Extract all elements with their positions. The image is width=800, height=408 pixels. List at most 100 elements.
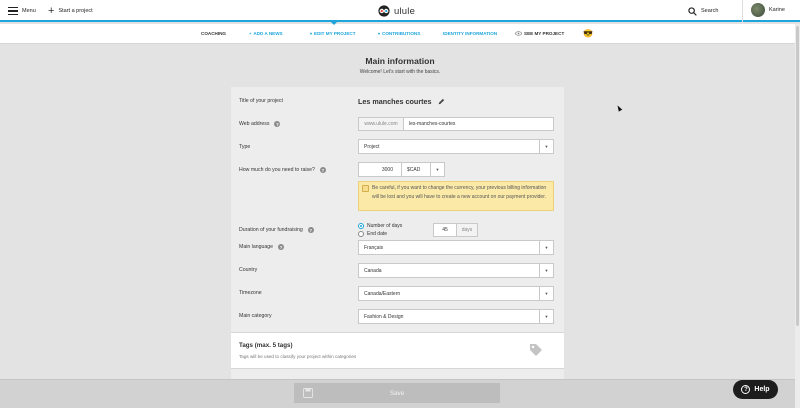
tab-add-news[interactable]: + ADD A NEWS — [249, 31, 283, 36]
topbar-divider — [742, 0, 743, 22]
chevron-down-icon: ▼ — [539, 241, 553, 254]
tags-subtitle: Tags will be used to classify your proje… — [239, 354, 357, 359]
tab-label: EDIT MY PROJECT — [314, 31, 356, 36]
currency-select-value: $CAD — [407, 166, 421, 173]
country-label-text: Country — [239, 267, 258, 273]
chevron-down-icon: ▼ — [539, 264, 553, 277]
tab-label: IDENTITY INFORMATION — [443, 31, 498, 36]
main-category-label-text: Main category — [239, 313, 272, 319]
scrollbar-thumb[interactable] — [796, 26, 799, 326]
help-icon[interactable]: ? — [274, 121, 281, 127]
help-icon[interactable]: ? — [319, 167, 326, 173]
emoji-icon[interactable]: 😎 — [583, 29, 593, 38]
chevron-down-icon: ▼ — [539, 310, 553, 323]
search-label: Search — [701, 8, 719, 14]
currency-warning: Be careful, if you want to change the cu… — [358, 181, 554, 211]
web-address-label: Web address ? — [239, 121, 281, 127]
start-project-button[interactable]: + Start a project — [48, 5, 93, 17]
raise-label: How much do you need to raise? ? — [239, 167, 326, 173]
days-unit: days — [456, 223, 478, 237]
page-subtitle: Welcome! Let's start with the basics. — [359, 69, 441, 75]
type-select-value: Project — [364, 143, 380, 150]
amount-input[interactable]: 3000 — [358, 162, 402, 177]
warning-text: Be careful, if you want to change the cu… — [372, 185, 547, 200]
country-label: Country — [239, 267, 257, 273]
help-icon[interactable]: ? — [307, 227, 314, 233]
radio-label: Number of days — [367, 223, 403, 229]
ulule-logo-icon — [378, 5, 390, 17]
timezone-value: Canada/Eastern — [364, 290, 401, 297]
warning-icon — [362, 185, 369, 192]
search-button[interactable]: Search — [688, 5, 718, 17]
search-icon — [688, 6, 697, 16]
tab-coaching[interactable]: COACHING — [201, 31, 226, 36]
menu-button[interactable]: Menu — [8, 5, 36, 17]
user-name: Karine — [769, 7, 785, 13]
country-value: Canada — [364, 267, 382, 274]
main-category-value: Fashion & Design — [364, 313, 404, 320]
country-select[interactable]: Canada ▼ — [358, 263, 554, 278]
radio-button-selected[interactable] — [358, 223, 364, 229]
page-title: Main information — [365, 56, 435, 66]
chevron-down-icon: ▾ — [378, 31, 381, 36]
tab-label: SEE MY PROJECT — [524, 31, 565, 36]
duration-label: Duration of your fundraising ? — [239, 227, 314, 233]
main-information-form: Title of your project Les manches courte… — [231, 87, 564, 332]
help-icon[interactable]: ? — [278, 244, 285, 250]
main-language-select[interactable]: Français ▼ — [358, 240, 554, 255]
chevron-down-icon: ▾ — [310, 31, 313, 36]
mouse-cursor-icon — [615, 104, 623, 112]
raise-label-text: How much do you need to raise? — [239, 167, 315, 173]
plus-icon: + — [48, 5, 55, 17]
start-project-label: Start a project — [58, 8, 93, 14]
type-label-text: Type — [239, 144, 251, 150]
tab-label: CONTRIBUTIONS — [382, 31, 421, 36]
project-title[interactable]: Les manches courtes — [358, 97, 445, 106]
type-select[interactable]: Project ▼ — [358, 139, 554, 154]
timezone-select[interactable]: Canada/Eastern ▼ — [358, 286, 554, 301]
main-language-label: Main language ? — [239, 244, 285, 250]
radio-end-date[interactable]: End date — [358, 231, 387, 237]
main-category-select[interactable]: Fashion & Design ▼ — [358, 309, 554, 324]
hamburger-icon — [8, 7, 18, 15]
title-label-text: Title of your project — [239, 98, 283, 104]
web-address-input[interactable]: les-manches-courtes — [403, 117, 554, 131]
currency-select[interactable]: $CAD ▼ — [401, 162, 445, 177]
save-button[interactable]: Save — [294, 383, 500, 403]
type-label: Type — [239, 144, 250, 150]
tag-icon — [530, 344, 542, 356]
project-title-text: Les manches courtes — [358, 97, 432, 106]
tab-identity-information[interactable]: IDENTITY INFORMATION — [443, 31, 497, 36]
web-address-label-text: Web address — [239, 121, 270, 127]
tab-contributions[interactable]: ▾ CONTRIBUTIONS — [378, 31, 420, 36]
main-language-value: Français — [364, 244, 384, 251]
question-mark-icon: ? — [741, 385, 751, 394]
user-menu[interactable]: Karine — [751, 3, 785, 17]
help-label: Help — [754, 386, 770, 393]
save-label: Save — [389, 389, 405, 397]
days-input[interactable]: 45 — [433, 223, 457, 237]
chevron-down-icon: ▼ — [430, 163, 444, 176]
pencil-icon[interactable] — [438, 98, 445, 105]
tab-see-project[interactable]: SEE MY PROJECT — [515, 31, 564, 36]
menu-label: Menu — [22, 8, 36, 14]
timezone-label-text: Timezone — [239, 290, 262, 296]
project-subnav: COACHING + ADD A NEWS ▾ EDIT MY PROJECT … — [0, 24, 800, 44]
help-button[interactable]: ? Help — [733, 380, 778, 399]
main-language-label-text: Main language — [239, 244, 274, 250]
tab-label: ADD A NEWS — [253, 31, 283, 36]
tags-section: Tags (max. 5 tags) Tags will be used to … — [231, 332, 564, 368]
radio-number-of-days[interactable]: Number of days — [358, 223, 402, 229]
title-label: Title of your project — [239, 98, 283, 104]
timezone-label: Timezone — [239, 290, 262, 296]
active-tab-indicator — [331, 22, 337, 25]
floppy-disk-icon — [303, 388, 313, 398]
radio-button[interactable] — [358, 231, 364, 237]
web-address-prefix: www.ulule.com — [358, 117, 404, 131]
plus-icon: + — [249, 31, 252, 36]
eye-icon — [515, 31, 522, 36]
top-navigation-bar: Menu + Start a project ulule Search Kari… — [0, 0, 800, 22]
chevron-down-icon: ▼ — [539, 287, 553, 300]
ulule-logo[interactable]: ulule — [377, 4, 415, 18]
tab-edit-project[interactable]: ▾ EDIT MY PROJECT — [310, 31, 356, 36]
